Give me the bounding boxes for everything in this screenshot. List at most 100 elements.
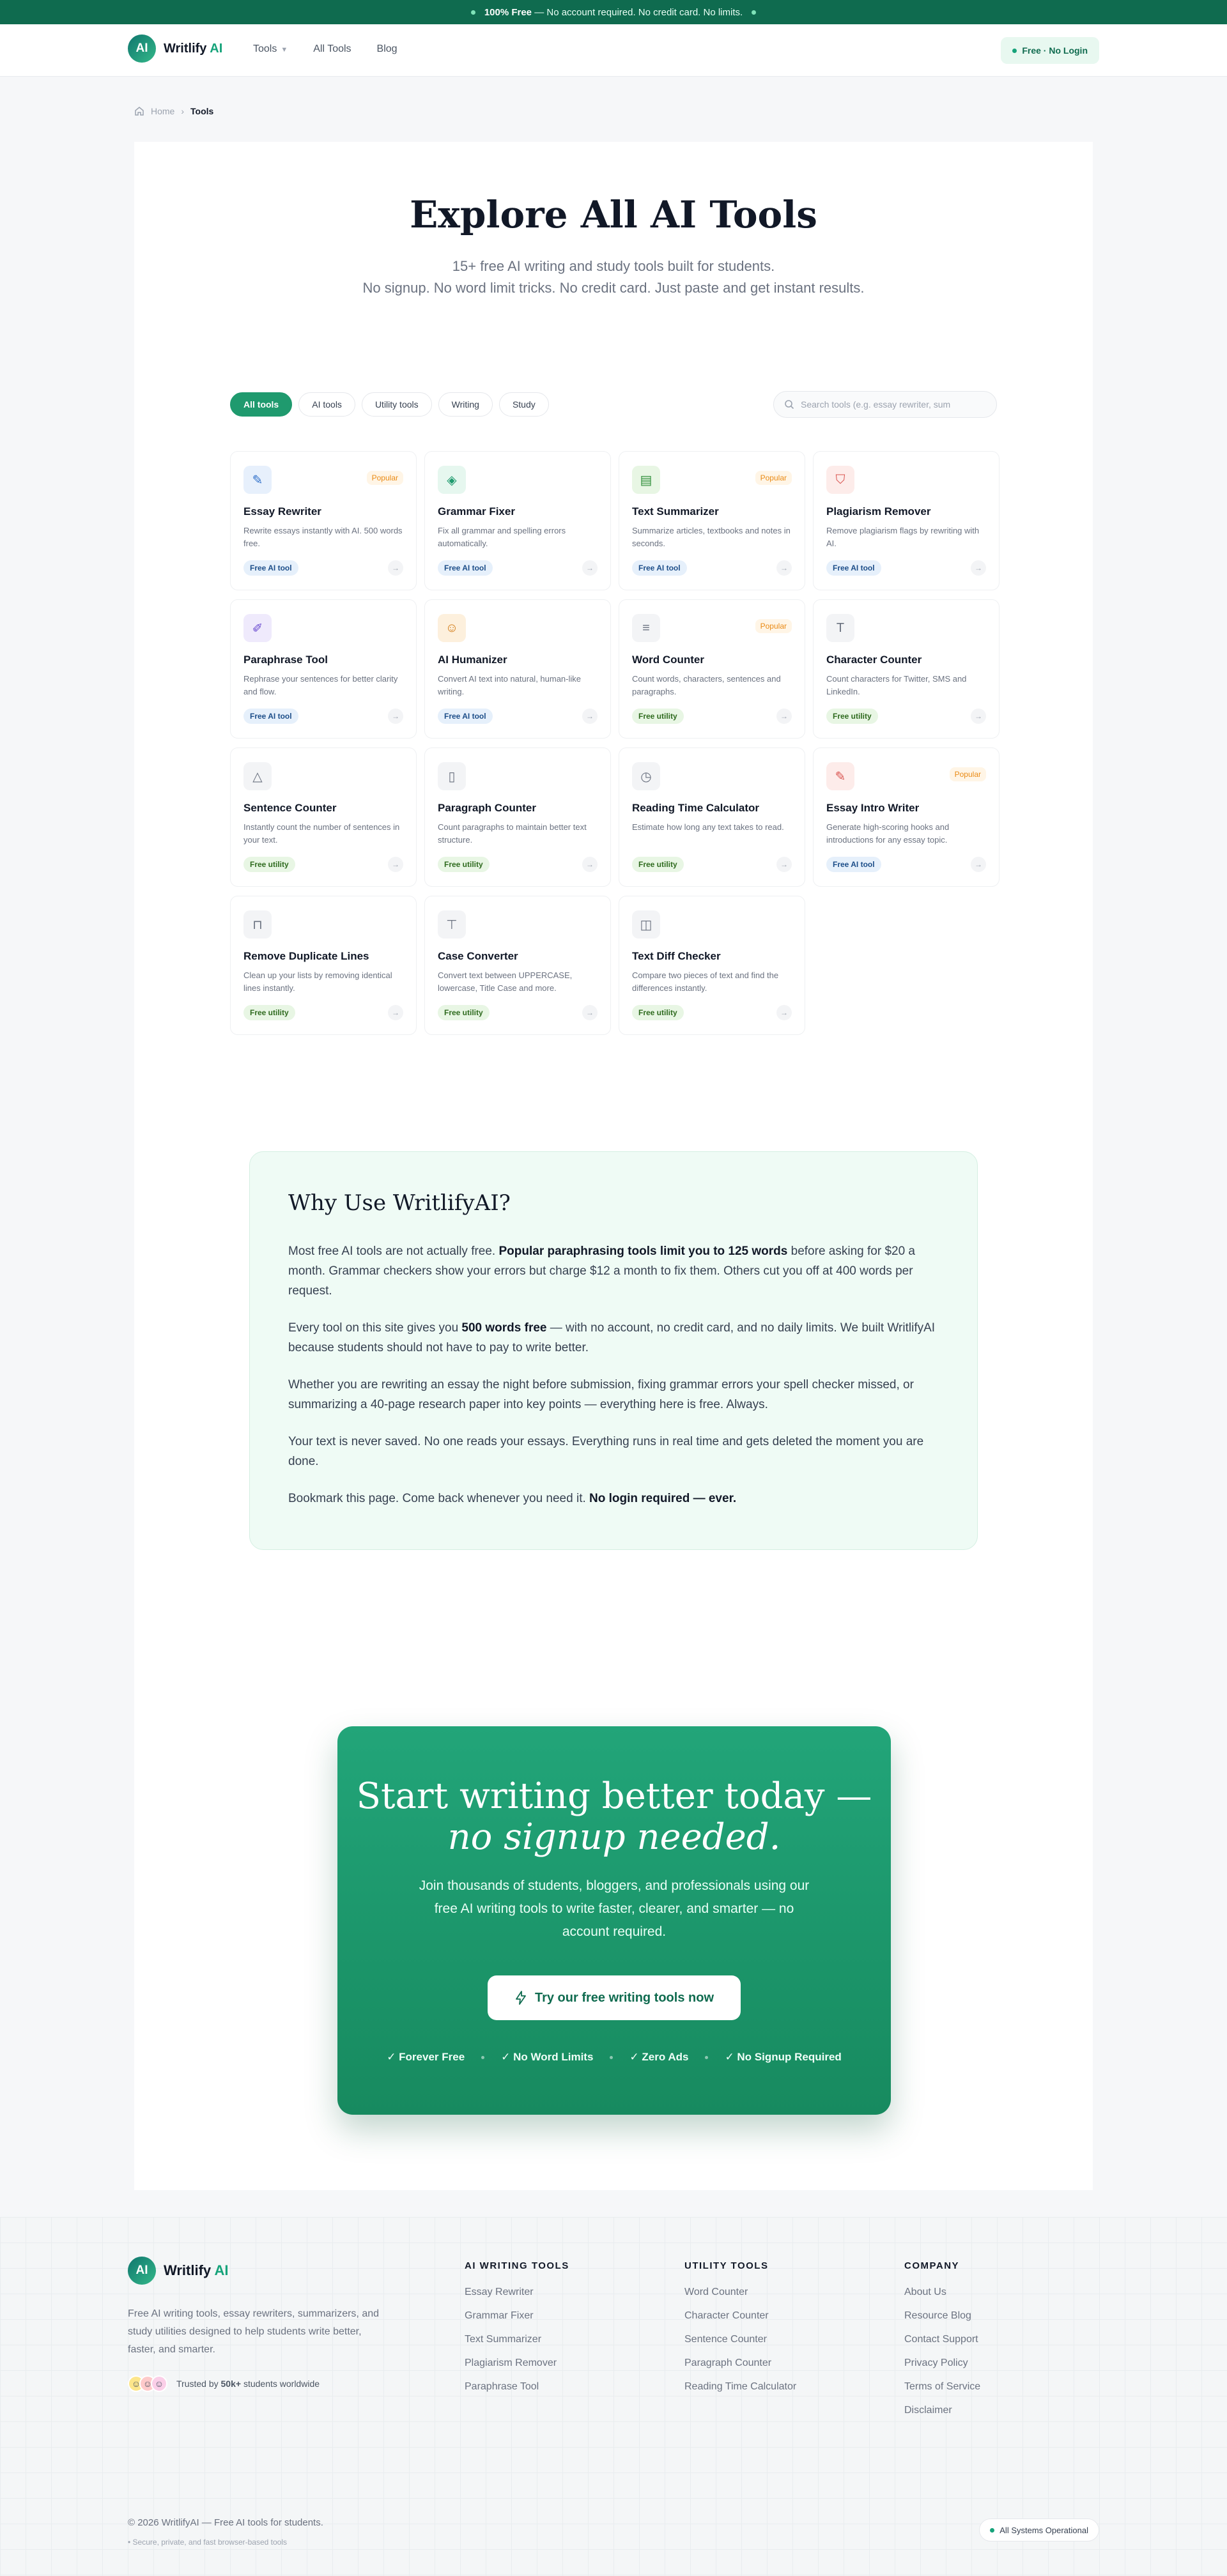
tool-card[interactable]: ◫ Text Diff Checker Compare two pieces of …	[619, 896, 805, 1035]
why-paragraph: Whether you are rewriting an essay the n…	[288, 1378, 914, 1411]
search-input[interactable]	[801, 399, 986, 410]
edit-icon: ✎	[243, 466, 272, 494]
filter-writing[interactable]: Writing	[438, 392, 493, 417]
filter-utility-tools[interactable]: Utility tools	[361, 392, 432, 417]
arrow-right-icon[interactable]: →	[582, 857, 598, 872]
tool-description: Convert AI text into natural, human-like…	[438, 674, 582, 696]
footer-link[interactable]: Disclaimer	[904, 2405, 980, 2416]
footer-logo[interactable]: AI Writlify AI	[128, 2257, 228, 2285]
document-icon: ▤	[632, 466, 660, 494]
filter-ai-tools[interactable]: AI tools	[298, 392, 355, 417]
arrow-right-icon[interactable]: →	[971, 857, 986, 872]
pen-icon: ✐	[243, 614, 272, 642]
footer-link[interactable]: Paragraph Counter	[684, 2358, 796, 2369]
tool-type-badge: Free utility	[632, 1005, 684, 1020]
arrow-right-icon[interactable]: →	[582, 1005, 598, 1020]
tool-card[interactable]: ✎ Popular Essay Rewriter Rewrite essays ins…	[230, 451, 417, 590]
why-paragraph: Most free AI tools are not actually free…	[288, 1245, 915, 1298]
tool-description: Summarize articles, textbooks and notes …	[632, 526, 791, 548]
tool-type-badge: Free utility	[632, 857, 684, 872]
nav-tools[interactable]: Tools ▼	[253, 43, 288, 55]
arrow-right-icon[interactable]: →	[388, 560, 403, 576]
footer-link[interactable]: Paraphrase Tool	[465, 2381, 569, 2393]
tools-grid: ✎ Popular Essay Rewriter Rewrite essays ins…	[230, 451, 999, 1035]
arrow-right-icon[interactable]: →	[776, 560, 792, 576]
logo[interactable]: AI Writlify AI	[128, 34, 222, 63]
arrow-right-icon[interactable]: →	[388, 1005, 403, 1020]
footer-column-utility-tools: UTILITY TOOLS Word Counter Character Cou…	[684, 2260, 797, 2393]
arrow-right-icon[interactable]: →	[776, 709, 792, 724]
tool-card[interactable]: ✎ Popular Essay Intro Writer Generate high-…	[813, 747, 999, 887]
try-tools-button[interactable]: Try our free writing tools now	[488, 1975, 741, 2020]
arrow-right-icon[interactable]: →	[582, 560, 598, 576]
arrow-right-icon[interactable]: →	[776, 1005, 792, 1020]
layers-icon: ◈	[438, 466, 466, 494]
tool-card[interactable]: ▯ Paragraph Counter Count paragraphs to ma…	[424, 747, 611, 887]
tool-card[interactable]: ✐ Paraphrase Tool Rephrase your sentences …	[230, 599, 417, 739]
arrow-right-icon[interactable]: →	[582, 709, 598, 724]
tool-type-badge: Free utility	[243, 857, 295, 872]
tool-name: Word Counter	[632, 654, 705, 666]
breadcrumb-separator-icon: ›	[181, 106, 185, 116]
cta-title: Start writing better today — no signup n…	[356, 1775, 872, 1858]
nav-all-tools[interactable]: All Tools	[313, 43, 351, 55]
tool-card[interactable]: T Character Counter Count characters for T…	[813, 599, 999, 739]
footer-link[interactable]: Grammar Fixer	[465, 2310, 569, 2322]
site-header: AI Writlify AI Tools ▼ All Tools Blog Fre…	[0, 24, 1227, 77]
tool-card[interactable]: ◷ Reading Time Calculator Estimate how lon…	[619, 747, 805, 887]
arrow-right-icon[interactable]: →	[971, 560, 986, 576]
filter-all-tools[interactable]: All tools	[230, 392, 293, 417]
site-footer: AI Writlify AI Free AI writing tools, es…	[0, 2217, 1227, 2576]
tool-card[interactable]: ▤ Popular Text Summarizer Summarize article…	[619, 451, 805, 590]
feature-item: ✓ Forever Free	[387, 2051, 465, 2063]
footer-link[interactable]: Privacy Policy	[904, 2358, 980, 2369]
separator-dot	[610, 2055, 614, 2059]
arrow-right-icon[interactable]: →	[388, 857, 403, 872]
tool-description: Count words, characters, sentences and p…	[632, 674, 781, 696]
tool-card[interactable]: △ Sentence Counter Instantly count the num…	[230, 747, 417, 887]
nav-blog[interactable]: Blog	[377, 43, 397, 55]
tool-card[interactable]: ⊤ Case Converter Convert text between UPPE…	[424, 896, 611, 1035]
copyright: © 2026 WritlifyAI — Free AI tools for st…	[128, 2517, 323, 2528]
tool-card[interactable]: ⛉ Plagiarism Remover Remove plagiarism fla…	[813, 451, 999, 590]
footer-link[interactable]: Reading Time Calculator	[684, 2381, 796, 2393]
tool-type-badge: Free AI tool	[632, 560, 687, 576]
tool-name: Text Diff Checker	[632, 950, 721, 962]
tool-card[interactable]: ≡ Popular Word Counter Count words, charact…	[619, 599, 805, 739]
cta-description: Join thousands of students, bloggers, an…	[419, 1878, 810, 1939]
tool-name: Plagiarism Remover	[826, 505, 931, 518]
banner-text: 100% Free — No account required. No cred…	[484, 6, 743, 18]
tool-card[interactable]: ☺ AI Humanizer Convert AI text into natura…	[424, 599, 611, 739]
status-dot-icon	[990, 2527, 995, 2533]
clock-icon: ◷	[632, 762, 660, 790]
arrow-right-icon[interactable]: →	[971, 709, 986, 724]
arrow-right-icon[interactable]: →	[776, 857, 792, 872]
status-badge[interactable]: All Systems Operational	[979, 2518, 1099, 2542]
free-no-login-badge: Free · No Login	[1001, 37, 1099, 64]
footer-link[interactable]: Character Counter	[684, 2310, 796, 2322]
footer-link[interactable]: About Us	[904, 2287, 980, 2298]
filter-study[interactable]: Study	[498, 392, 549, 417]
tool-description: Instantly count the number of sentences …	[243, 822, 400, 845]
footer-link[interactable]: Text Summarizer	[465, 2334, 569, 2345]
footer-link[interactable]: Sentence Counter	[684, 2334, 796, 2345]
arrow-right-icon[interactable]: →	[388, 709, 403, 724]
tool-card[interactable]: ⊓ Remove Duplicate Lines Clean up your lis…	[230, 896, 417, 1035]
why-title: Why Use WritlifyAI?	[288, 1190, 511, 1216]
footer-link[interactable]: Terms of Service	[904, 2381, 980, 2393]
footer-link[interactable]: Resource Blog	[904, 2310, 980, 2322]
text-lines-icon: ≡	[632, 614, 660, 642]
footer-link[interactable]: Essay Rewriter	[465, 2287, 569, 2298]
tool-card[interactable]: ◈ Grammar Fixer Fix all grammar and spelli…	[424, 451, 611, 590]
footer-link[interactable]: Word Counter	[684, 2287, 796, 2298]
footer-link[interactable]: Contact Support	[904, 2334, 980, 2345]
avatar: ☺	[151, 2375, 167, 2392]
footer-link[interactable]: Plagiarism Remover	[465, 2358, 569, 2369]
breadcrumb-home[interactable]: Home	[151, 106, 174, 116]
file-icon: ▯	[438, 762, 466, 790]
separator-dot	[705, 2055, 709, 2059]
lock-icon: ⊓	[243, 910, 272, 939]
tool-type-badge: Free AI tool	[438, 560, 493, 576]
cta-features: ✓ Forever Free ✓ No Word Limits ✓ Zero A…	[337, 2051, 891, 2064]
why-paragraph: Your text is never saved. No one reads y…	[288, 1435, 924, 1468]
